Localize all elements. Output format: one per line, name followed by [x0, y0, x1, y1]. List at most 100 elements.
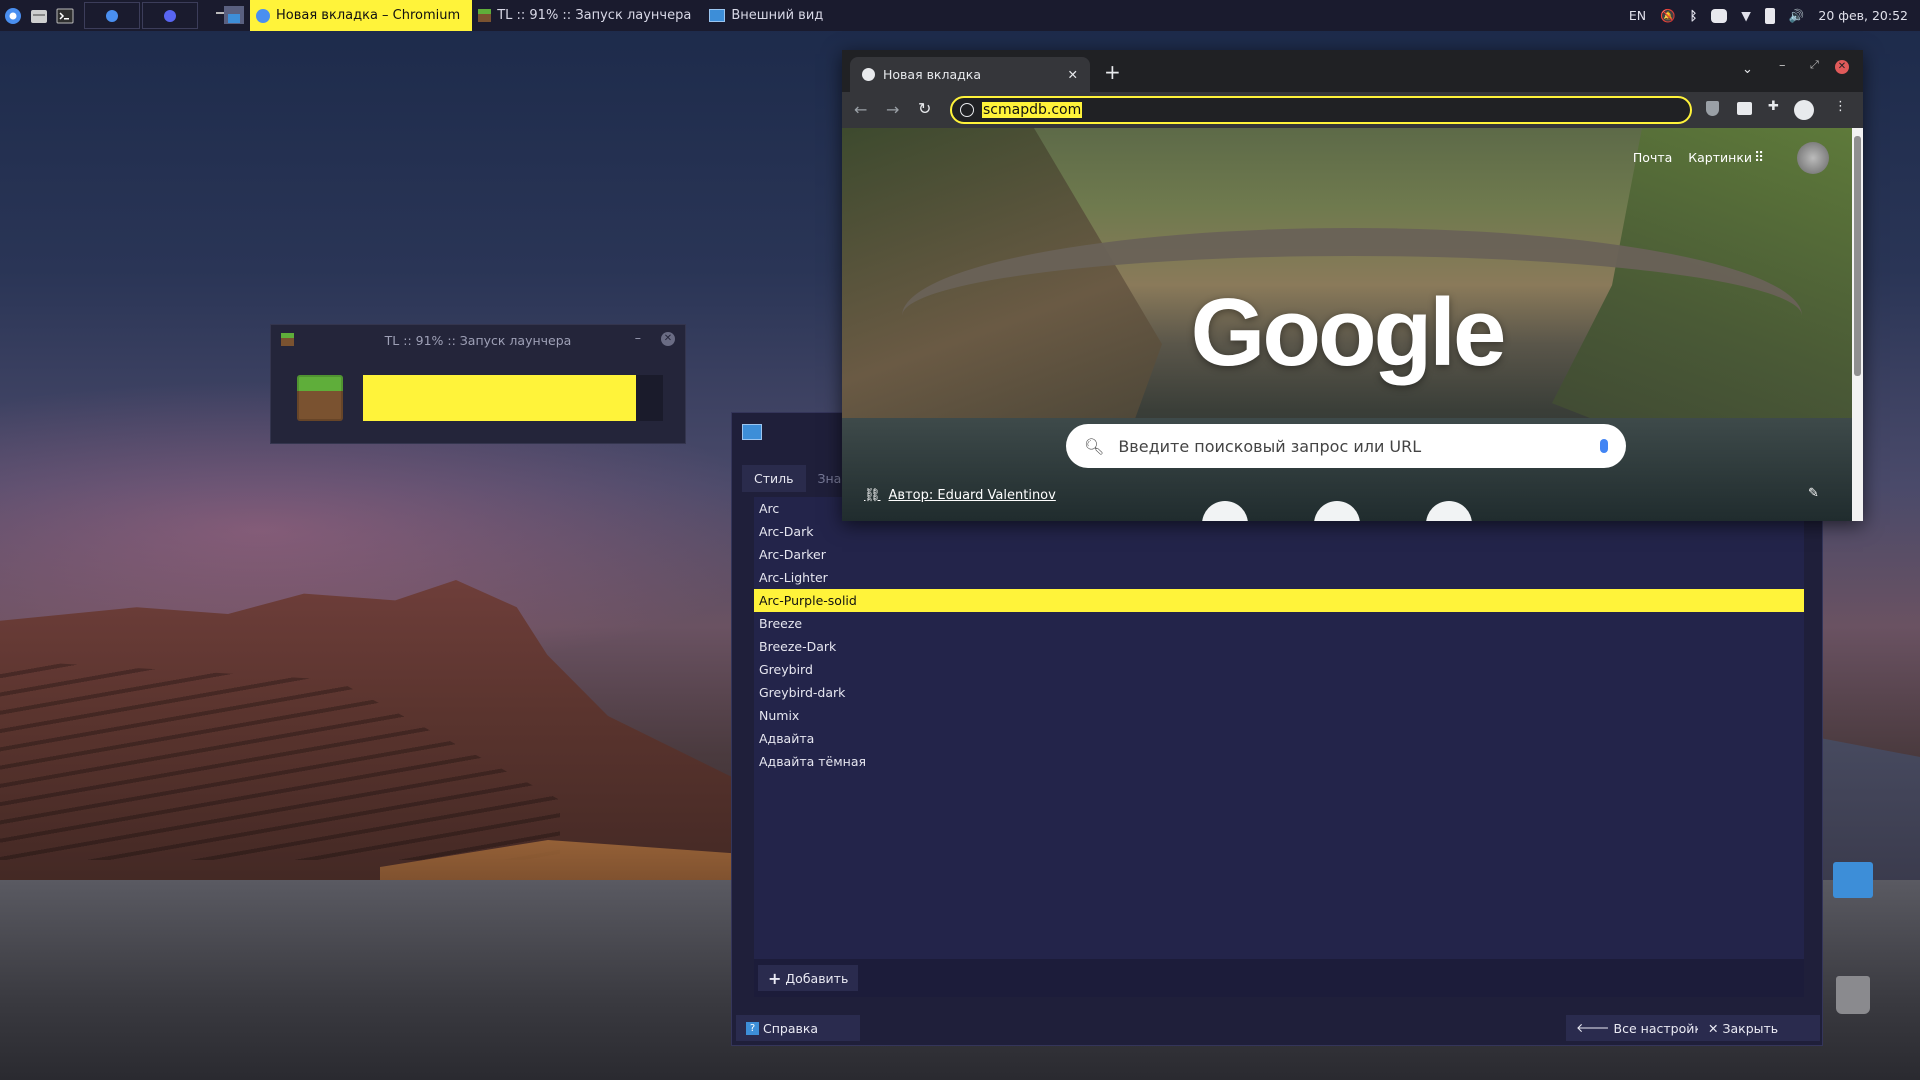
maximize-icon[interactable]: ⤢	[1810, 58, 1819, 72]
notifications-muted-icon[interactable]: 🔕	[1660, 8, 1676, 24]
launcher-progress-fill	[363, 375, 636, 421]
task-appearance[interactable]: Внешний вид	[703, 0, 835, 31]
close-button[interactable]: ✕ Закрыть	[1698, 1015, 1820, 1041]
trash-icon[interactable]	[1836, 976, 1870, 1014]
theme-item[interactable]: Адвайта	[754, 727, 1804, 750]
keyboard-layout[interactable]: EN	[1629, 8, 1646, 23]
chromium-tab-icon	[862, 68, 875, 81]
chromium-icon	[106, 9, 118, 22]
tl-window-title: TL :: 91% :: Запуск лаунчера	[384, 332, 572, 348]
author-label: Автор: Eduard Valentinov	[888, 488, 1056, 503]
profile-icon[interactable]	[1794, 100, 1814, 120]
tab-style[interactable]: Стиль	[742, 465, 806, 492]
volume-icon[interactable]: 🔊	[1789, 8, 1805, 24]
task-label: Внешний вид	[731, 8, 824, 23]
appearance-icon	[709, 9, 726, 22]
task-label: Новая вкладка – Chromium	[276, 8, 461, 23]
images-link[interactable]: Картинки	[1688, 150, 1752, 165]
workspace-2-button[interactable]	[142, 2, 198, 29]
minecraft-icon	[478, 9, 492, 22]
close-icon[interactable]: ✕	[661, 332, 675, 346]
extensions-icon[interactable]: ✚	[1768, 99, 1779, 114]
search-placeholder: Введите поисковый запрос или URL	[1118, 436, 1422, 456]
theme-item[interactable]: Arc-Lighter	[754, 566, 1804, 589]
minecraft-icon	[281, 333, 294, 346]
microphone-icon[interactable]	[1600, 439, 1608, 453]
close-tab-icon[interactable]: ✕	[1068, 67, 1078, 82]
chromium-toolbar: ← → ↻ scmapdb.com ✚ ⋮	[842, 92, 1863, 128]
back-icon[interactable]: ←	[854, 100, 867, 119]
theme-item[interactable]: Arc-Purple-solid	[754, 589, 1804, 612]
ntp-search-box[interactable]: 🔍︎ Введите поисковый запрос или URL	[1066, 424, 1626, 468]
theme-item[interactable]: Greybird-dark	[754, 681, 1804, 704]
help-label: Справка	[763, 1020, 819, 1036]
close-icon: ✕	[1708, 1020, 1719, 1036]
gmail-link[interactable]: Почта	[1633, 150, 1672, 165]
theme-item[interactable]: Адвайта тёмная	[754, 750, 1804, 773]
home-folder-icon[interactable]	[1833, 862, 1873, 898]
theme-item[interactable]: Arc-Darker	[754, 543, 1804, 566]
appearance-icon	[742, 424, 762, 440]
background-author-link[interactable]: ⛓ Автор: Eduard Valentinov	[864, 488, 1056, 503]
launcher-progress-bar	[363, 375, 663, 421]
site-info-icon	[960, 103, 974, 117]
theme-item[interactable]: Breeze-Dark	[754, 635, 1804, 658]
reload-icon[interactable]: ↻	[918, 99, 931, 118]
arrow-left-icon: 🡐	[1576, 1020, 1610, 1035]
workspace-1-button[interactable]	[84, 2, 140, 29]
theme-item[interactable]: Greybird	[754, 658, 1804, 681]
discord-icon	[164, 9, 176, 22]
menu-icon[interactable]: ⋮	[1834, 99, 1847, 114]
apps-grid-icon[interactable]: ⠿	[1754, 150, 1764, 166]
omnibox-text[interactable]: scmapdb.com	[982, 102, 1083, 118]
battery-icon[interactable]	[1764, 7, 1775, 24]
ntp-scrollbar[interactable]	[1852, 128, 1863, 521]
window-switcher[interactable]	[212, 2, 250, 29]
ntp-top-links: Почта Картинки	[1633, 150, 1752, 165]
folder-icon	[31, 9, 47, 23]
file-manager-launcher[interactable]	[26, 0, 52, 31]
theme-list: Arc Arc-Dark Arc-Darker Arc-Lighter Arc-Purp…	[754, 497, 1804, 959]
plus-icon: +	[768, 968, 782, 988]
top-panel: Новая вкладка – Chromium TL :: 91% :: За…	[0, 0, 1920, 31]
add-theme-button[interactable]: + Добавить	[758, 965, 859, 991]
theme-item[interactable]: Arc-Dark	[754, 520, 1804, 543]
help-icon: ?	[746, 1021, 759, 1035]
discord-tray-icon[interactable]	[1711, 8, 1728, 23]
close-window-icon[interactable]: ✕	[1835, 60, 1849, 74]
task-chromium[interactable]: Новая вкладка – Chromium	[250, 0, 473, 31]
task-tl-launcher[interactable]: TL :: 91% :: Запуск лаунчера	[472, 0, 703, 31]
all-settings-button[interactable]: 🡐 Все настройки	[1566, 1015, 1721, 1041]
minimize-icon[interactable]: –	[1779, 58, 1786, 73]
wifi-icon[interactable]: ▼	[1741, 8, 1751, 23]
theme-item[interactable]: Breeze	[754, 612, 1804, 635]
minecraft-grass-block-icon	[297, 375, 343, 421]
minimize-icon[interactable]: –	[635, 330, 641, 345]
tl-launcher-window: TL :: 91% :: Запуск лаунчера – ✕	[270, 324, 686, 444]
terminal-launcher[interactable]	[52, 0, 78, 31]
tab-search-icon[interactable]: ⌄	[1742, 62, 1753, 77]
task-label: TL :: 91% :: Запуск лаунчера	[497, 8, 692, 23]
app-launcher[interactable]	[0, 0, 26, 31]
shield-extension-icon[interactable]	[1706, 101, 1719, 116]
theme-item[interactable]: Numix	[754, 704, 1804, 727]
customize-pencil-icon[interactable]: ✎	[1808, 486, 1819, 501]
tab-title: Новая вкладка	[883, 67, 981, 82]
forward-icon[interactable]: →	[886, 100, 899, 119]
system-tray: EN 🔕 ᛒ ▼ 🔊 20 фев, 20:52	[1629, 0, 1920, 31]
help-button[interactable]: ? Справка	[736, 1015, 860, 1041]
browser-tab[interactable]: Новая вкладка ✕	[850, 57, 1090, 92]
clock[interactable]: 20 фев, 20:52	[1818, 8, 1908, 23]
bluetooth-icon[interactable]: ᛒ	[1690, 8, 1698, 23]
omnibox[interactable]: scmapdb.com	[950, 96, 1692, 124]
chromium-window: Новая вкладка ✕ + ⌄ – ⤢ ✕ ← → ↻ scmapdb.…	[842, 50, 1863, 521]
scrollbar-thumb[interactable]	[1854, 136, 1861, 376]
tl-window-titlebar: TL :: 91% :: Запуск лаунчера – ✕	[271, 325, 685, 355]
account-avatar[interactable]	[1797, 142, 1829, 174]
wallet-extension-icon[interactable]	[1737, 102, 1752, 115]
link-icon: ⛓	[864, 488, 881, 503]
new-tab-icon[interactable]: +	[1104, 60, 1121, 84]
google-logo: Google	[1190, 279, 1507, 386]
chromium-icon	[256, 8, 270, 23]
chromium-tab-strip: Новая вкладка ✕ + ⌄ – ⤢ ✕	[842, 50, 1863, 92]
